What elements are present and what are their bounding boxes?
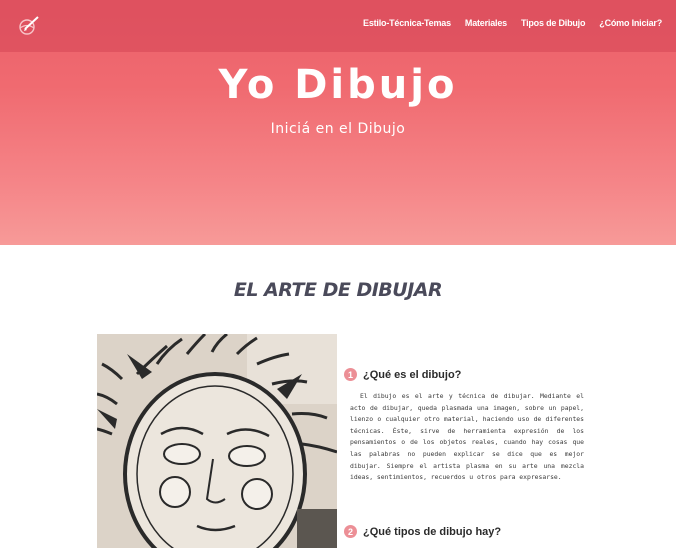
nav-item-materiales[interactable]: Materiales bbox=[465, 18, 507, 28]
question-number-badge: 1 bbox=[344, 368, 357, 381]
site-title: Yo Dibujo bbox=[218, 62, 458, 108]
top-navigation-bar: Estilo-Técnica-Temas Materiales Tipos de… bbox=[0, 0, 676, 52]
question-1-block: 1 ¿Qué es el dibujo? El dibujo es el art… bbox=[344, 368, 584, 484]
nav-item-tipos-de-dibujo[interactable]: Tipos de Dibujo bbox=[521, 18, 586, 28]
question-2-block: 2 ¿Qué tipos de dibujo hay? bbox=[344, 525, 501, 538]
hero-banner: Estilo-Técnica-Temas Materiales Tipos de… bbox=[0, 0, 676, 245]
site-subtitle: Iniciá en el Dibujo bbox=[270, 121, 406, 137]
nav-item-como-iniciar[interactable]: ¿Cómo Iniciar? bbox=[599, 18, 662, 28]
section-title: EL ARTE DE DIBUJAR bbox=[233, 279, 443, 301]
question-number-badge: 2 bbox=[344, 525, 357, 538]
sun-drawing-image bbox=[97, 334, 337, 548]
pencil-logo-icon[interactable] bbox=[16, 12, 42, 38]
question-2-title: ¿Qué tipos de dibujo hay? bbox=[363, 525, 502, 538]
nav-item-estilo-tecnica-temas[interactable]: Estilo-Técnica-Temas bbox=[363, 18, 451, 28]
main-nav: Estilo-Técnica-Temas Materiales Tipos de… bbox=[363, 18, 662, 28]
question-1-title: ¿Qué es el dibujo? bbox=[363, 368, 462, 381]
question-1-text: El dibujo es el arte y técnica de dibuja… bbox=[350, 392, 584, 482]
